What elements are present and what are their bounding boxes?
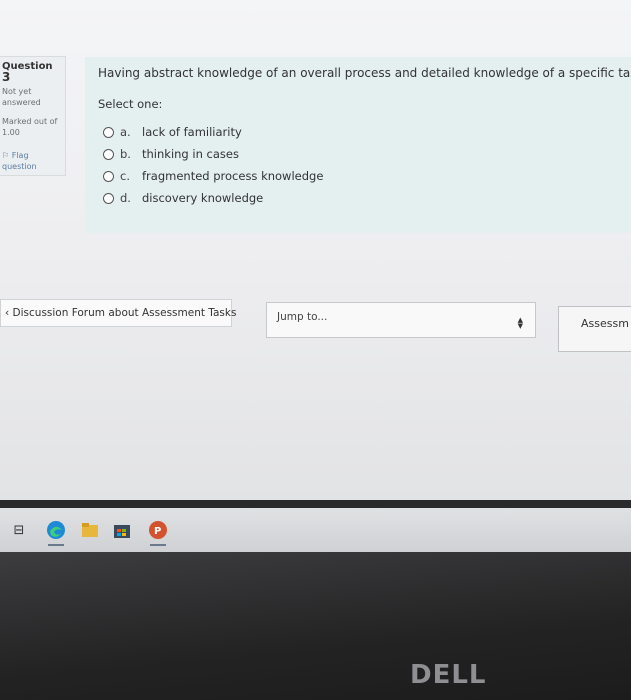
- question-text: Having abstract knowledge of an overall …: [98, 66, 631, 80]
- radio-button[interactable]: [103, 126, 114, 138]
- active-app-indicator: [150, 544, 166, 546]
- select-arrows-icon: ▲ ▼: [517, 316, 523, 330]
- question-state: Not yet answered: [2, 87, 41, 107]
- question-number-value: 3: [2, 70, 11, 84]
- answer-option-d[interactable]: d. discovery knowledge: [103, 187, 323, 209]
- answer-letter: d.: [120, 191, 131, 205]
- radio-button[interactable]: [103, 148, 114, 160]
- answer-option-a[interactable]: a. lack of familiarity: [103, 121, 323, 143]
- store-icon[interactable]: [112, 520, 132, 540]
- jump-to-label: Jump to...: [277, 311, 328, 323]
- svg-text:P: P: [154, 526, 161, 537]
- answer-text: lack of familiarity: [142, 125, 242, 139]
- flag-icon: ⚐: [2, 151, 10, 160]
- file-explorer-icon[interactable]: [80, 520, 100, 540]
- question-info: Question 3 Not yet answered Marked out o…: [0, 56, 66, 176]
- answer-letter: c.: [120, 169, 130, 183]
- radio-button[interactable]: [103, 170, 114, 182]
- task-view-icon[interactable]: ⊟: [9, 520, 29, 540]
- answer-list: a. lack of familiarity b. thinking in ca…: [103, 121, 323, 209]
- next-activity-label: Assessm: [581, 317, 629, 330]
- answer-letter: b.: [120, 147, 131, 161]
- next-activity-link[interactable]: Assessm: [558, 306, 631, 352]
- chevron-left-icon: ‹: [5, 307, 13, 319]
- flag-question-link[interactable]: ⚐ Flag question: [2, 150, 62, 172]
- powerpoint-icon[interactable]: P: [148, 520, 168, 540]
- taskbar: ⊟ P: [0, 508, 631, 552]
- previous-activity-label: Discussion Forum about Assessment Tasks: [12, 307, 237, 319]
- answer-option-c[interactable]: c. fragmented process knowledge: [103, 165, 323, 187]
- radio-button[interactable]: [103, 192, 114, 204]
- active-app-indicator: [48, 544, 64, 546]
- browser-screen: Question 3 Not yet answered Marked out o…: [0, 0, 631, 500]
- answer-text: fragmented process knowledge: [142, 169, 324, 183]
- monitor-bezel: [0, 552, 631, 700]
- answer-letter: a.: [120, 125, 131, 139]
- answer-option-b[interactable]: b. thinking in cases: [103, 143, 323, 165]
- jump-to-select[interactable]: Jump to... ▲ ▼: [266, 302, 536, 338]
- answer-text: discovery knowledge: [142, 191, 264, 205]
- answer-text: thinking in cases: [142, 147, 239, 161]
- dell-logo: DELL: [410, 660, 487, 690]
- question-content: Having abstract knowledge of an overall …: [85, 57, 631, 233]
- question-grade: Marked out of 1.00: [2, 117, 58, 137]
- previous-activity-link[interactable]: ‹ Discussion Forum about Assessment Task…: [0, 299, 236, 327]
- question-number: Question 3: [2, 61, 62, 84]
- edge-icon[interactable]: [46, 520, 66, 540]
- answer-prompt: Select one:: [98, 97, 163, 111]
